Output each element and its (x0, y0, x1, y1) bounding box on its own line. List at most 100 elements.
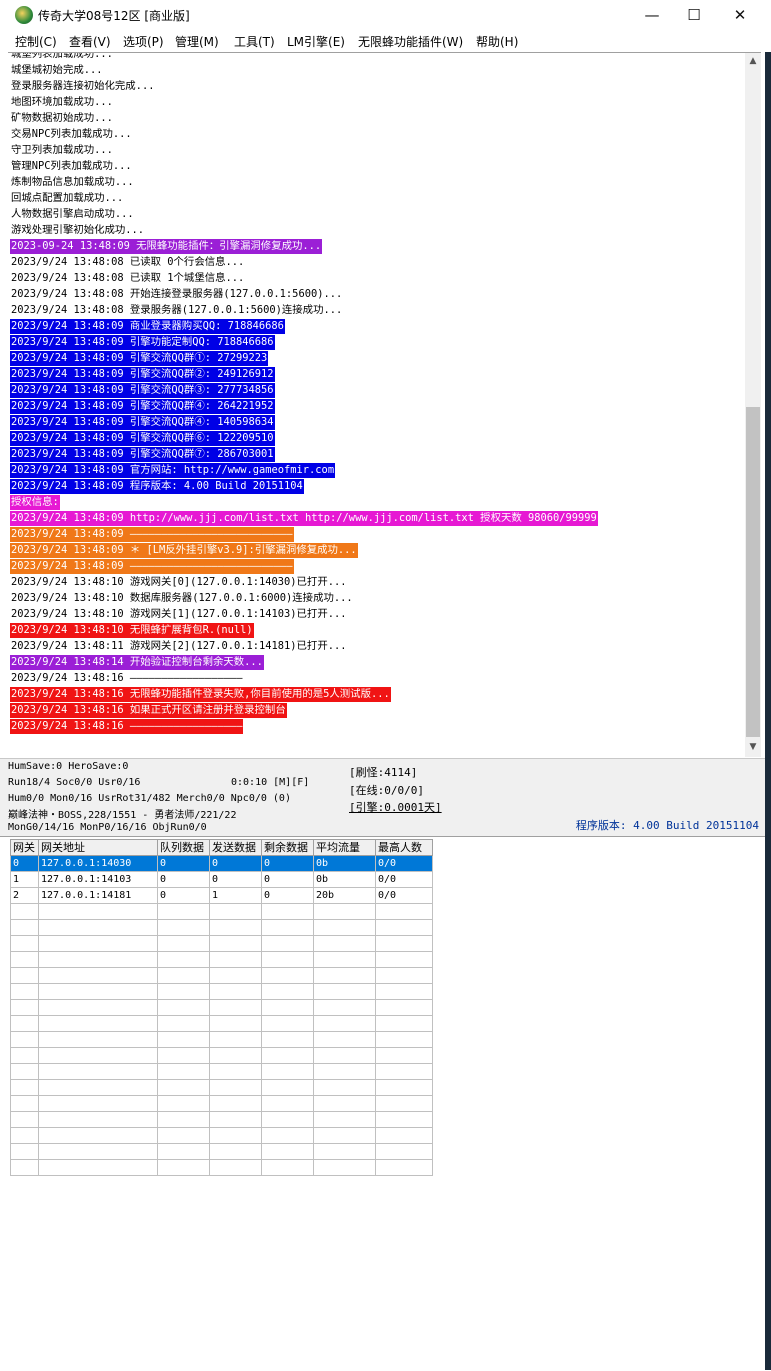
status-boss: 巅峰法神・BOSS,228/1551 - 勇者法师/221/22 (8, 810, 237, 821)
table-cell (375, 967, 433, 984)
table-cell: 0 (209, 871, 262, 888)
log-line: 回城点配置加载成功... (11, 192, 124, 204)
table-cell (10, 919, 39, 936)
table-cell (38, 935, 158, 952)
table-cell (10, 1095, 39, 1112)
table-cell (209, 1111, 262, 1128)
table-cell: 127.0.0.1:14030 (38, 855, 158, 872)
log-line: 城堡列表加载成功... (11, 52, 113, 60)
table-cell (313, 919, 376, 936)
table-cell: 0 (261, 887, 314, 904)
log-line: 游戏处理引擎初始化成功... (11, 224, 145, 236)
gateway-table[interactable]: 网关 网关地址 队列数据 发送数据 剩余数据 平均流量 最高人数 0 127.0.0.1:14… (10, 839, 433, 1176)
status-refresh: [刷怪:4114] (349, 766, 418, 779)
table-row-empty (10, 1159, 433, 1176)
table-row-empty (10, 1079, 433, 1096)
menu-options[interactable]: 选项(P) (123, 33, 164, 50)
table-cell (313, 935, 376, 952)
table-cell (261, 1047, 314, 1064)
status-engine[interactable]: [引擎:0.0001天] (349, 799, 442, 815)
column-header[interactable]: 网关地址 (38, 839, 158, 856)
table-cell (10, 935, 39, 952)
table-cell (375, 1015, 433, 1032)
table-cell (261, 1031, 314, 1048)
log-panel[interactable]: 城堡列表加载成功... 城堡城初始完成... 登录服务器连接初始化完成... 地图环境… (8, 52, 761, 757)
table-cell (157, 1079, 210, 1096)
menu-plugin[interactable]: 无限蜂功能插件(W) (358, 33, 463, 50)
menu-bar: 控制(C) 查看(V) 选项(P) 管理(M) 工具(T) LM引擎(E) 无限… (0, 30, 771, 52)
table-cell (38, 1111, 158, 1128)
table-cell (261, 951, 314, 968)
menu-view[interactable]: 查看(V) (69, 33, 111, 50)
table-cell (157, 1159, 210, 1176)
table-cell (209, 1159, 262, 1176)
table-cell: 0 (209, 855, 262, 872)
scroll-thumb[interactable] (746, 407, 760, 737)
background-strip (765, 52, 771, 1370)
table-cell (261, 1095, 314, 1112)
log-line: 2023/9/24 13:48:08 开始连接登录服务器(127.0.0.1:5… (11, 288, 343, 300)
minimize-button[interactable]: — (629, 0, 675, 30)
scroll-down-icon[interactable]: ▼ (745, 739, 761, 755)
table-cell: 0 (10, 855, 39, 872)
log-line: 2023/9/24 13:48:09 引擎交流QQ群②: 249126912 (10, 367, 275, 382)
menu-manage[interactable]: 管理(M) (175, 33, 219, 50)
column-header[interactable]: 剩余数据 (261, 839, 314, 856)
table-cell (38, 1127, 158, 1144)
menu-help[interactable]: 帮助(H) (476, 33, 518, 50)
menu-lm-engine[interactable]: LM引擎(E) (287, 33, 345, 50)
status-save: HumSave:0 HeroSave:0 (8, 761, 129, 772)
log-scrollbar[interactable]: ▲ ▼ (745, 53, 761, 757)
table-cell (313, 1127, 376, 1144)
status-monsters: MonG0/14/16 MonP0/16/16 ObjRun0/0 (8, 822, 207, 833)
table-cell: 1 (209, 887, 262, 904)
column-header[interactable]: 最高人数 (375, 839, 433, 856)
log-line: 交易NPC列表加载成功... (11, 128, 132, 140)
table-cell (313, 1047, 376, 1064)
table-cell (261, 983, 314, 1000)
table-cell (261, 999, 314, 1016)
menu-control[interactable]: 控制(C) (15, 33, 57, 50)
column-header[interactable]: 发送数据 (209, 839, 262, 856)
table-cell (261, 1063, 314, 1080)
table-cell (157, 1015, 210, 1032)
log-line: 2023/9/24 13:48:09 官方网站: http://www.game… (10, 463, 336, 478)
log-line: 2023/9/24 13:48:09 —————————————————————… (10, 527, 294, 542)
column-header[interactable]: 队列数据 (157, 839, 210, 856)
table-row[interactable]: 2 127.0.0.1:14181 0 1 0 20b 0/0 (10, 887, 433, 904)
menu-tools[interactable]: 工具(T) (234, 33, 275, 50)
table-cell (209, 919, 262, 936)
version-label: 程序版本: 4.00 Build 20151104 (575, 819, 759, 832)
log-line: 2023/9/24 13:48:14 开始验证控制台剩余天数... (10, 655, 264, 670)
table-cell (375, 983, 433, 1000)
close-button[interactable]: ✕ (717, 0, 763, 30)
table-row-empty (10, 983, 433, 1000)
table-cell (261, 1127, 314, 1144)
column-header[interactable]: 网关 (10, 839, 39, 856)
maximize-button[interactable]: ☐ (671, 0, 717, 30)
table-cell (261, 935, 314, 952)
table-cell (209, 903, 262, 920)
table-row-empty (10, 1127, 433, 1144)
table-cell (375, 1047, 433, 1064)
table-row[interactable]: 1 127.0.0.1:14103 0 0 0 0b 0/0 (10, 871, 433, 888)
table-cell (38, 1015, 158, 1032)
table-cell (313, 903, 376, 920)
table-cell (38, 903, 158, 920)
table-cell (375, 903, 433, 920)
table-row[interactable]: 0 127.0.0.1:14030 0 0 0 0b 0/0 (10, 855, 433, 872)
table-cell (10, 903, 39, 920)
table-row-empty (10, 1111, 433, 1128)
table-cell (375, 1127, 433, 1144)
scroll-up-icon[interactable]: ▲ (745, 53, 761, 69)
window-title: 传奇大学08号12区 [商业版] (38, 9, 190, 23)
table-cell: 2 (10, 887, 39, 904)
table-cell (313, 1079, 376, 1096)
table-cell: 0b (313, 855, 376, 872)
table-cell (313, 1111, 376, 1128)
table-cell (157, 1127, 210, 1144)
column-header[interactable]: 平均流量 (313, 839, 376, 856)
table-cell: 0/0 (375, 855, 433, 872)
table-cell (157, 1095, 210, 1112)
table-row-empty (10, 1031, 433, 1048)
